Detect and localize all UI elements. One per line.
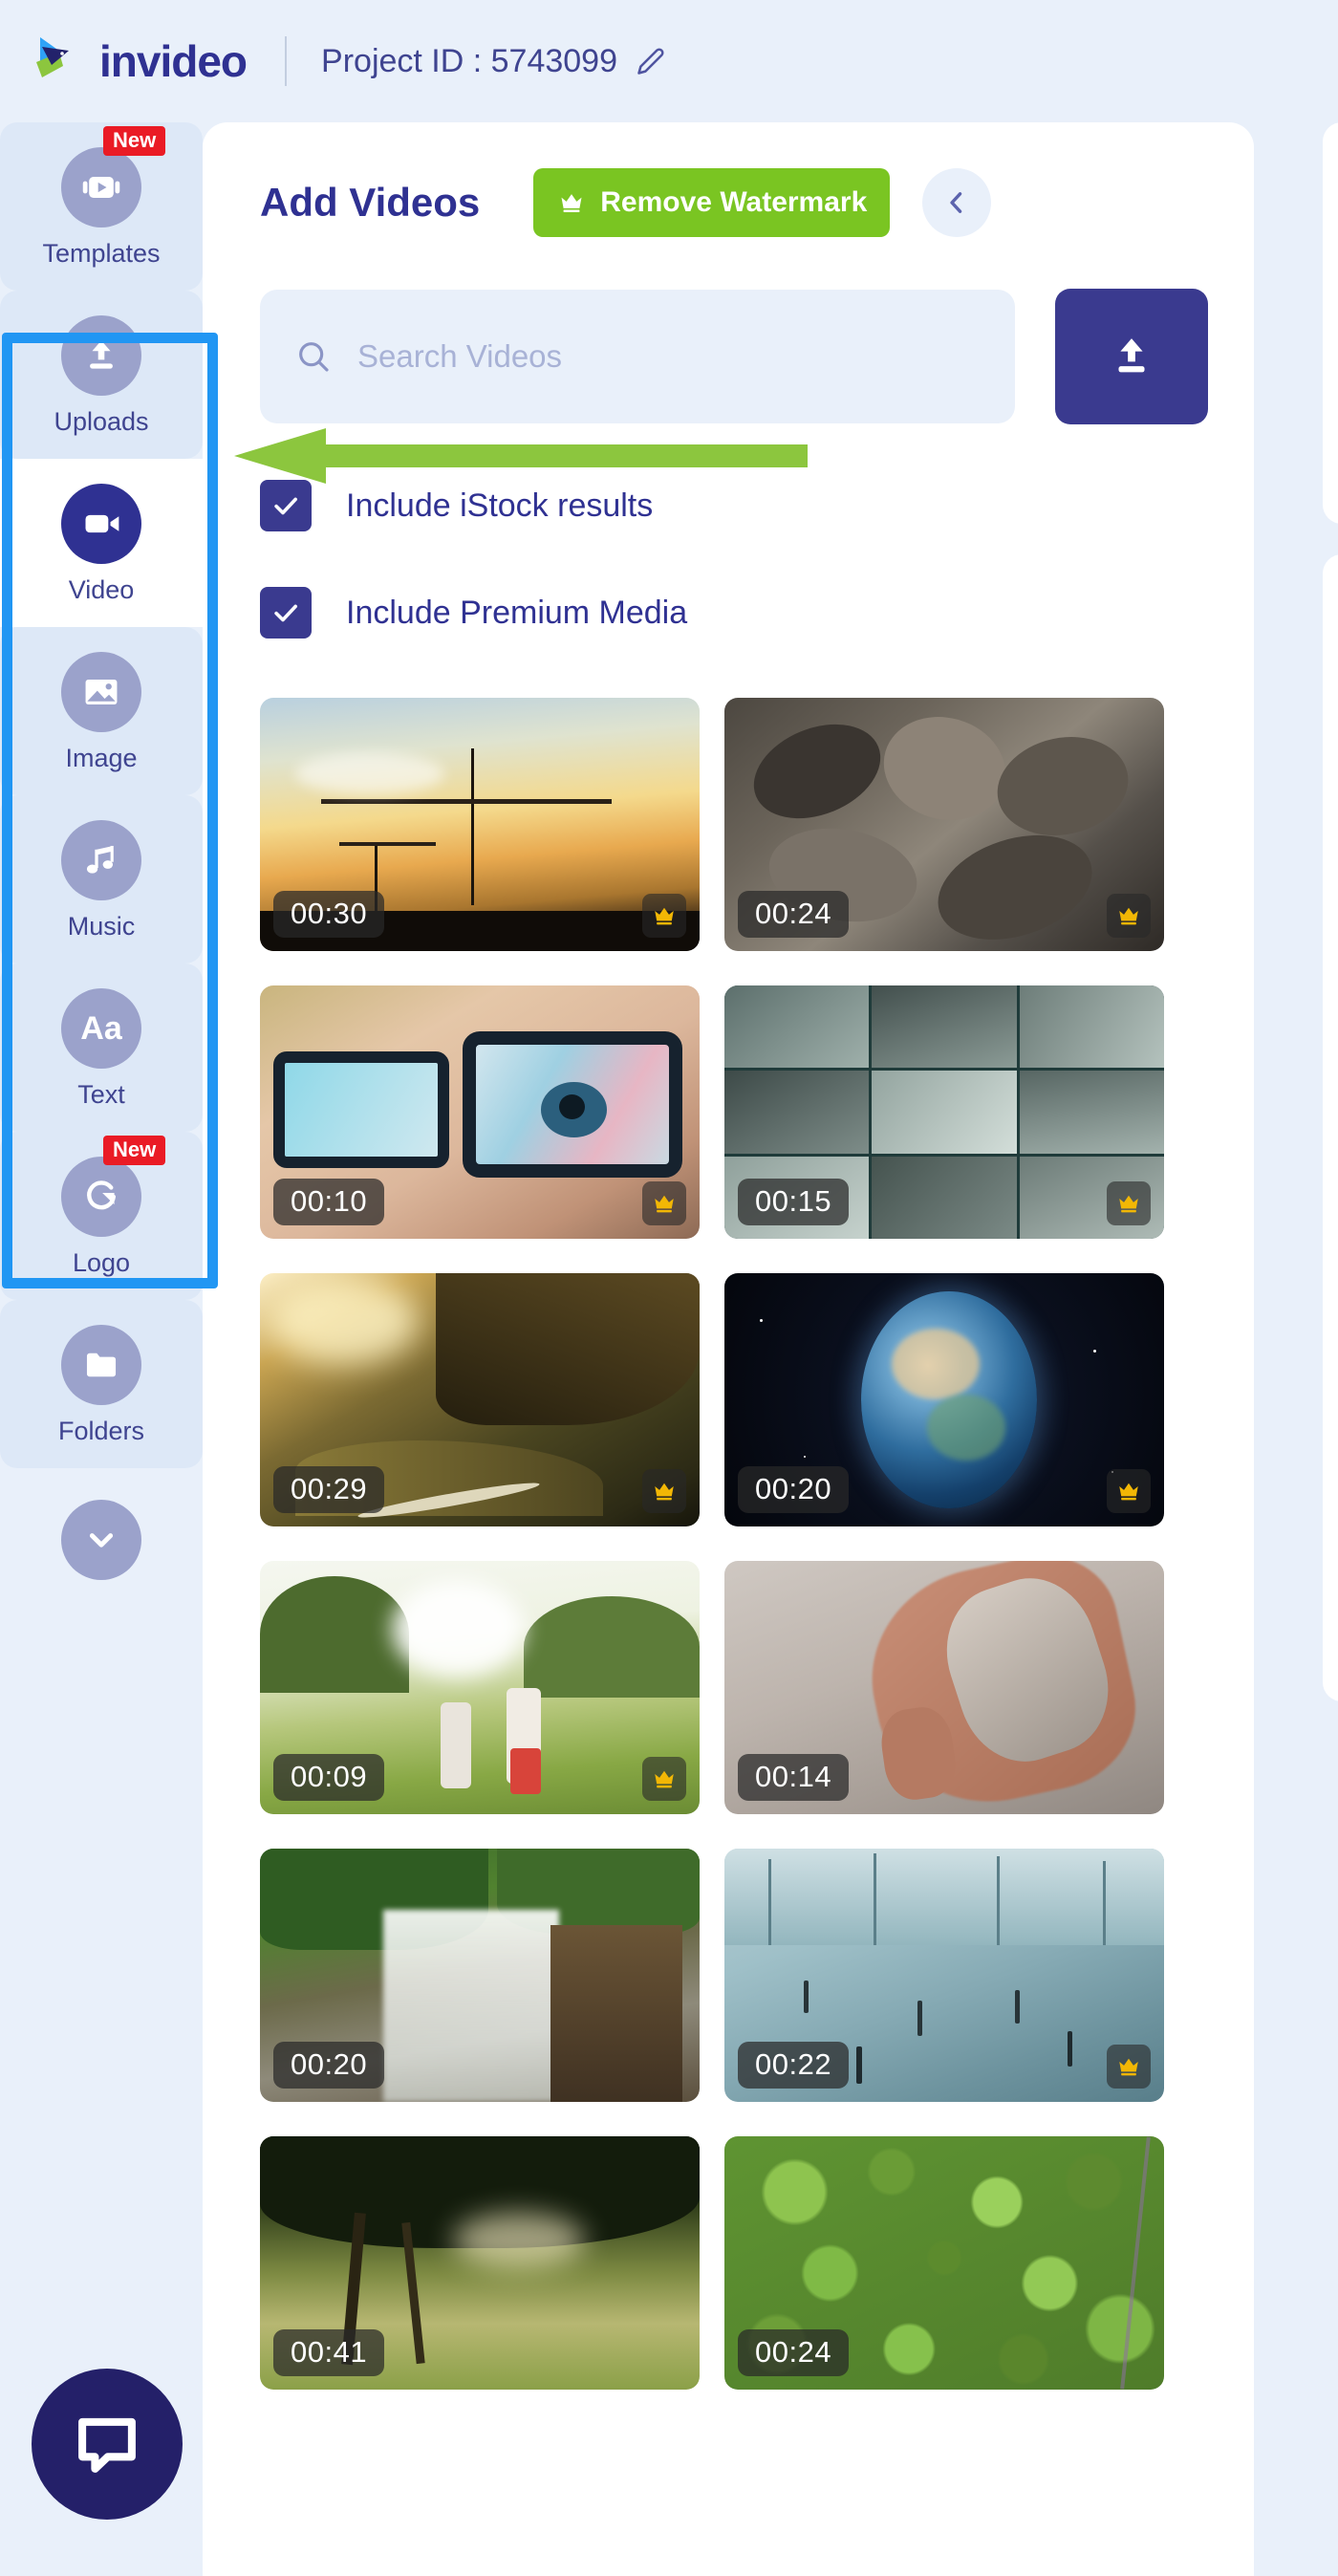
- premium-checkbox-label: Include Premium Media: [346, 595, 688, 631]
- chat-bubble-icon[interactable]: [32, 2369, 183, 2520]
- video-card[interactable]: 00:24: [724, 698, 1164, 951]
- crown-icon: [556, 189, 587, 216]
- sidebar-item-label: Templates: [42, 238, 161, 268]
- sidebar-item-uploads[interactable]: Uploads: [0, 291, 203, 459]
- sidebar-item-image[interactable]: Image: [0, 627, 203, 795]
- sidebar-item-video[interactable]: Video: [0, 459, 203, 627]
- collapse-panel-button[interactable]: [922, 168, 992, 237]
- video-duration: 00:24: [738, 891, 850, 938]
- search-row: [203, 237, 1254, 424]
- sidebar-item-label: Image: [65, 743, 138, 772]
- video-duration: 00:10: [273, 1179, 385, 1225]
- search-box[interactable]: [260, 290, 1015, 423]
- video-duration: 00:30: [273, 891, 385, 938]
- premium-crown-icon: [642, 1757, 686, 1801]
- premium-crown-icon: [642, 894, 686, 938]
- istock-checkbox[interactable]: [260, 480, 312, 531]
- sidebar-item-label: Uploads: [54, 406, 149, 436]
- premium-crown-icon: [1107, 1469, 1151, 1513]
- sidebar-item-label: Music: [67, 911, 136, 941]
- video-card[interactable]: 00:24: [724, 2136, 1164, 2390]
- sidebar-item-music[interactable]: Music: [0, 795, 203, 963]
- panel-header: Add Videos Remove Watermark: [203, 122, 1254, 237]
- chevron-down-icon: [61, 1500, 141, 1580]
- video-duration: 00:20: [273, 2042, 385, 2089]
- sidebar-item-folders[interactable]: Folders: [0, 1300, 203, 1468]
- text-aa-icon: Aa: [61, 987, 141, 1069]
- brand-name: invideo: [99, 36, 248, 86]
- video-card[interactable]: 00:20: [724, 1273, 1164, 1526]
- music-note-icon: [61, 819, 141, 900]
- upload-icon: [61, 314, 141, 396]
- checkmark-icon: [269, 488, 303, 523]
- video-duration: 00:09: [273, 1754, 385, 1801]
- istock-checkbox-label: Include iStock results: [346, 487, 654, 524]
- video-duration: 00:14: [738, 1754, 850, 1801]
- search-icon: [294, 337, 333, 376]
- video-template-icon: New: [61, 125, 166, 227]
- video-card[interactable]: 00:10: [260, 985, 700, 1239]
- sidebar-item-label: Video: [68, 574, 135, 604]
- video-card[interactable]: 00:15: [724, 985, 1164, 1239]
- video-card[interactable]: 00:09: [260, 1561, 700, 1814]
- video-duration: 00:41: [273, 2329, 385, 2376]
- premium-crown-icon: [1107, 2045, 1151, 2089]
- logo-brand-icon: New: [61, 1135, 166, 1237]
- video-card[interactable]: 00:41: [260, 2136, 700, 2390]
- sidebar-item-label: Logo: [72, 1247, 131, 1277]
- upload-icon: [1104, 329, 1159, 384]
- remove-watermark-button[interactable]: Remove Watermark: [533, 168, 891, 237]
- premium-crown-icon: [1107, 894, 1151, 938]
- premium-checkbox[interactable]: [260, 587, 312, 639]
- right-panel-peek-bottom: [1323, 554, 1338, 1701]
- left-sidebar: New Templates Uploads Video Image Music …: [0, 122, 203, 2576]
- filter-istock-row[interactable]: Include iStock results: [203, 480, 1254, 531]
- sidebar-more-button[interactable]: [0, 1468, 203, 1612]
- sidebar-item-templates[interactable]: New Templates: [0, 122, 203, 291]
- checkmark-icon: [269, 595, 303, 630]
- video-duration: 00:22: [738, 2042, 850, 2089]
- badge-new: New: [103, 125, 166, 156]
- video-duration: 00:15: [738, 1179, 850, 1225]
- invideo-logo-icon: [31, 33, 86, 89]
- sidebar-item-label: Text: [77, 1079, 125, 1109]
- sidebar-item-text[interactable]: Aa Text: [0, 963, 203, 1132]
- video-card[interactable]: 00:14: [724, 1561, 1164, 1814]
- right-panel-peek-top: [1323, 122, 1338, 524]
- video-card[interactable]: 00:30: [260, 698, 700, 951]
- video-card[interactable]: 00:29: [260, 1273, 700, 1526]
- filter-premium-row[interactable]: Include Premium Media: [203, 587, 1254, 639]
- video-duration: 00:29: [273, 1466, 385, 1513]
- premium-crown-icon: [642, 1181, 686, 1225]
- video-card[interactable]: 00:22: [724, 1849, 1164, 2102]
- upload-media-button[interactable]: [1055, 289, 1208, 424]
- project-id-label: Project ID : 5743099: [321, 42, 617, 79]
- premium-crown-icon: [642, 1469, 686, 1513]
- video-results-grid: 00:30 00:24 00:10 00:15 00:29 00:20 00:0…: [203, 639, 1254, 2390]
- remove-watermark-label: Remove Watermark: [600, 186, 868, 218]
- video-card[interactable]: 00:20: [260, 1849, 700, 2102]
- image-icon: [61, 651, 141, 732]
- badge-new: New: [103, 1135, 166, 1165]
- video-camera-icon: [61, 483, 141, 564]
- video-duration: 00:24: [738, 2329, 850, 2376]
- sidebar-item-label: Folders: [57, 1416, 145, 1445]
- search-input[interactable]: [357, 338, 969, 375]
- premium-crown-icon: [1107, 1181, 1151, 1225]
- sidebar-item-logo[interactable]: New Logo: [0, 1132, 203, 1300]
- folder-icon: [61, 1324, 141, 1405]
- app-header: invideo Project ID : 5743099: [0, 0, 1338, 122]
- brand-logo[interactable]: invideo: [31, 33, 248, 89]
- chevron-left-icon: [940, 186, 973, 219]
- video-duration: 00:20: [738, 1466, 850, 1513]
- page-title: Add Videos: [260, 180, 481, 225]
- header-divider: [285, 36, 288, 86]
- pencil-icon[interactable]: [637, 47, 665, 76]
- add-videos-panel: Add Videos Remove Watermark Search Video…: [203, 122, 1254, 2576]
